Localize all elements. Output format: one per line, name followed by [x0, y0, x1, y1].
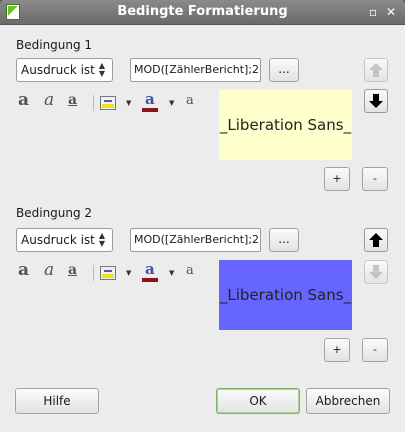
- condition-2-preview: _Liberation Sans_: [219, 260, 352, 330]
- condition-1-preview: _Liberation Sans_: [219, 90, 352, 160]
- condition-2-expression-value: MOD([ZählerBericht];2)=: [134, 233, 261, 246]
- title-bar[interactable]: Bedingte Formatierung ▫ ✕: [0, 0, 405, 25]
- conditional-formatting-dialog: Bedingte Formatierung ▫ ✕ Bedingung 1 Au…: [0, 0, 405, 432]
- condition-2-add-button[interactable]: +: [324, 338, 350, 362]
- condition-2-move-up-button[interactable]: [364, 228, 388, 252]
- condition-1-label: Bedingung 1: [16, 38, 93, 52]
- condition-1-type-select[interactable]: Ausdruck ist ▲ ▼: [16, 58, 113, 82]
- italic-icon[interactable]: a: [44, 90, 54, 110]
- close-icon[interactable]: ✕: [384, 5, 398, 19]
- condition-2-label: Bedingung 2: [16, 206, 93, 220]
- bold-icon[interactable]: a: [18, 90, 29, 110]
- condition-1-browse-button[interactable]: ...: [269, 58, 299, 82]
- font-color-icon[interactable]: a: [145, 260, 155, 278]
- condition-1-move-down-button[interactable]: [364, 89, 388, 113]
- arrow-down-icon: [369, 265, 383, 279]
- condition-1-type-value: Ausdruck ist: [21, 63, 95, 77]
- minimize-icon[interactable]: ▫: [366, 5, 380, 19]
- dropdown-arrow-icon[interactable]: ▼: [169, 269, 174, 277]
- clear-format-icon[interactable]: a: [186, 93, 194, 108]
- font-color-bar: [142, 278, 158, 282]
- condition-1-move-up-button[interactable]: [364, 58, 388, 82]
- underline-icon[interactable]: a: [68, 262, 77, 278]
- underline-icon[interactable]: a: [68, 92, 77, 108]
- arrow-up-icon: [369, 63, 383, 77]
- bold-icon[interactable]: a: [18, 260, 29, 280]
- condition-2-move-down-button[interactable]: [364, 260, 388, 284]
- help-button[interactable]: Hilfe: [15, 388, 99, 414]
- toolbar-separator: [93, 265, 94, 281]
- arrow-down-icon: [369, 94, 383, 108]
- condition-2-remove-button[interactable]: -: [362, 338, 388, 362]
- dropdown-arrow-icon[interactable]: ▼: [126, 99, 131, 107]
- background-color-icon[interactable]: [100, 96, 116, 110]
- cancel-button[interactable]: Abbrechen: [306, 388, 390, 414]
- background-color-icon[interactable]: [100, 266, 116, 280]
- spin-arrows-icon: ▲ ▼: [98, 231, 106, 248]
- dropdown-arrow-icon[interactable]: ▼: [126, 269, 131, 277]
- dropdown-arrow-icon[interactable]: ▼: [169, 99, 174, 107]
- condition-1-expression-value: MOD([ZählerBericht];2)=: [134, 63, 261, 76]
- window-title: Bedingte Formatierung: [117, 4, 288, 19]
- condition-1-remove-button[interactable]: -: [362, 167, 388, 191]
- spin-arrows-icon: ▲ ▼: [98, 61, 106, 78]
- condition-1-expression-field[interactable]: MOD([ZählerBericht];2)=: [130, 58, 261, 82]
- font-color-bar: [142, 108, 158, 112]
- condition-1-add-button[interactable]: +: [324, 167, 350, 191]
- condition-2-expression-field[interactable]: MOD([ZählerBericht];2)=: [130, 228, 261, 252]
- condition-2-browse-button[interactable]: ...: [269, 228, 299, 252]
- italic-icon[interactable]: a: [44, 260, 54, 280]
- toolbar-separator: [93, 95, 94, 111]
- arrow-up-icon: [369, 233, 383, 247]
- font-color-icon[interactable]: a: [145, 90, 155, 108]
- ok-button[interactable]: OK: [216, 388, 300, 414]
- condition-2-type-select[interactable]: Ausdruck ist ▲ ▼: [16, 228, 113, 252]
- condition-2-type-value: Ausdruck ist: [21, 233, 95, 247]
- clear-format-icon[interactable]: a: [186, 263, 194, 278]
